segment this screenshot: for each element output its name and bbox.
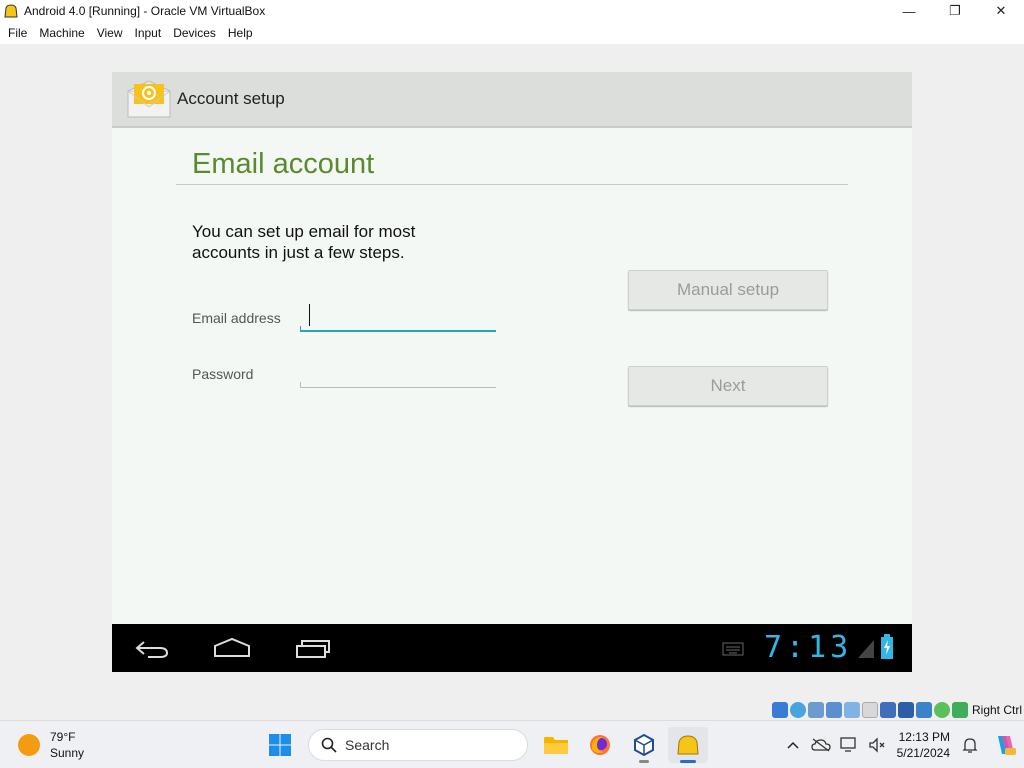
email-address-input[interactable] <box>300 300 496 332</box>
keyboard-capture-icon[interactable] <box>951 702 968 718</box>
battery-charging-icon <box>881 634 893 659</box>
active-indicator <box>680 760 696 763</box>
start-button[interactable] <box>260 727 300 763</box>
recent-apps-icon[interactable] <box>294 636 332 660</box>
password-input-underline <box>300 387 496 388</box>
action-bar-title: Account setup <box>177 89 285 108</box>
clock-date: 5/21/2024 <box>896 746 950 760</box>
virtualbox-status-bar: Right Ctrl <box>771 700 1024 720</box>
menu-file[interactable]: File <box>2 22 33 44</box>
hard-disk-icon[interactable] <box>771 702 788 718</box>
menu-devices[interactable]: Devices <box>167 22 222 44</box>
display-icon[interactable] <box>835 721 863 768</box>
text-cursor <box>309 304 310 326</box>
next-button[interactable]: Next <box>628 366 828 406</box>
password-input[interactable] <box>300 356 496 388</box>
vm-display[interactable]: Account setup Email account You can set … <box>112 72 912 672</box>
vm-window-icon <box>677 735 699 755</box>
usb-icon[interactable] <box>843 702 860 718</box>
signal-icon <box>858 640 874 658</box>
network-icon[interactable] <box>825 702 842 718</box>
search-icon <box>321 737 337 753</box>
running-indicator <box>639 760 649 763</box>
weather-widget[interactable]: 79°F Sunny <box>18 729 84 761</box>
firefox-icon <box>590 735 610 755</box>
menu-bar: File Machine View Input Devices Help <box>0 22 1024 44</box>
sunny-icon <box>18 734 40 756</box>
network-volume-icon[interactable] <box>863 721 891 768</box>
email-address-label: Email address <box>192 310 281 326</box>
audio-icon[interactable] <box>807 702 824 718</box>
onedrive-icon[interactable] <box>807 721 835 768</box>
file-explorer-button[interactable] <box>536 727 576 763</box>
email-app-icon <box>127 80 171 118</box>
virtualbox-icon <box>634 733 654 757</box>
taskbar-search[interactable]: Search <box>308 729 528 761</box>
virtualbox-manager-button[interactable] <box>624 727 664 763</box>
password-label: Password <box>192 366 254 382</box>
virtualbox-app-icon <box>4 4 18 18</box>
android-action-bar: Account setup <box>112 72 912 128</box>
windows-logo-icon <box>269 734 291 756</box>
heading-divider <box>176 184 848 185</box>
notification-bell-icon[interactable] <box>956 721 984 768</box>
home-icon[interactable] <box>212 636 252 660</box>
back-icon[interactable] <box>134 636 170 660</box>
copilot-icon[interactable] <box>984 721 1024 768</box>
menu-view[interactable]: View <box>91 22 129 44</box>
mouse-integration-icon[interactable] <box>933 702 950 718</box>
shared-folders-icon[interactable] <box>861 702 878 718</box>
system-tray: 12:13 PM 5/21/2024 <box>779 721 1024 768</box>
menu-input[interactable]: Input <box>129 22 168 44</box>
virtualization-icon[interactable] <box>915 702 932 718</box>
manual-setup-button[interactable]: Manual setup <box>628 270 828 310</box>
chevron-up-icon[interactable] <box>779 721 807 768</box>
search-label: Search <box>345 737 390 753</box>
intro-text: You can set up email for most accounts i… <box>192 222 416 262</box>
minimize-button[interactable]: — <box>886 0 932 22</box>
email-input-underline <box>300 330 496 332</box>
display-icon[interactable] <box>879 702 896 718</box>
windows-taskbar: 79°F Sunny Search 12:13 PM 5/21/2024 <box>0 720 1024 768</box>
host-key-label: Right Ctrl <box>971 703 1022 717</box>
keyboard-icon <box>722 642 744 656</box>
android-vm-taskbar-button[interactable] <box>668 727 708 763</box>
folder-icon <box>544 737 568 754</box>
clock-time: 12:13 PM <box>898 730 950 744</box>
firefox-button[interactable] <box>580 727 620 763</box>
page-title: Email account <box>192 148 375 180</box>
window-titlebar: Android 4.0 [Running] - Oracle VM Virtua… <box>0 0 1024 22</box>
weather-temperature: 79°F <box>50 730 76 744</box>
window-title: Android 4.0 [Running] - Oracle VM Virtua… <box>24 4 266 18</box>
android-navigation-bar: 7:13 <box>112 624 912 672</box>
android-clock: 7:13 <box>764 630 853 665</box>
maximize-button[interactable]: ❐ <box>932 0 978 22</box>
menu-help[interactable]: Help <box>222 22 259 44</box>
close-button[interactable]: ✕ <box>978 0 1024 22</box>
optical-drive-icon[interactable] <box>789 702 806 718</box>
recording-icon[interactable] <box>897 702 914 718</box>
weather-description: Sunny <box>50 746 85 760</box>
menu-machine[interactable]: Machine <box>33 22 90 44</box>
taskbar-clock[interactable]: 12:13 PM 5/21/2024 <box>897 729 950 761</box>
